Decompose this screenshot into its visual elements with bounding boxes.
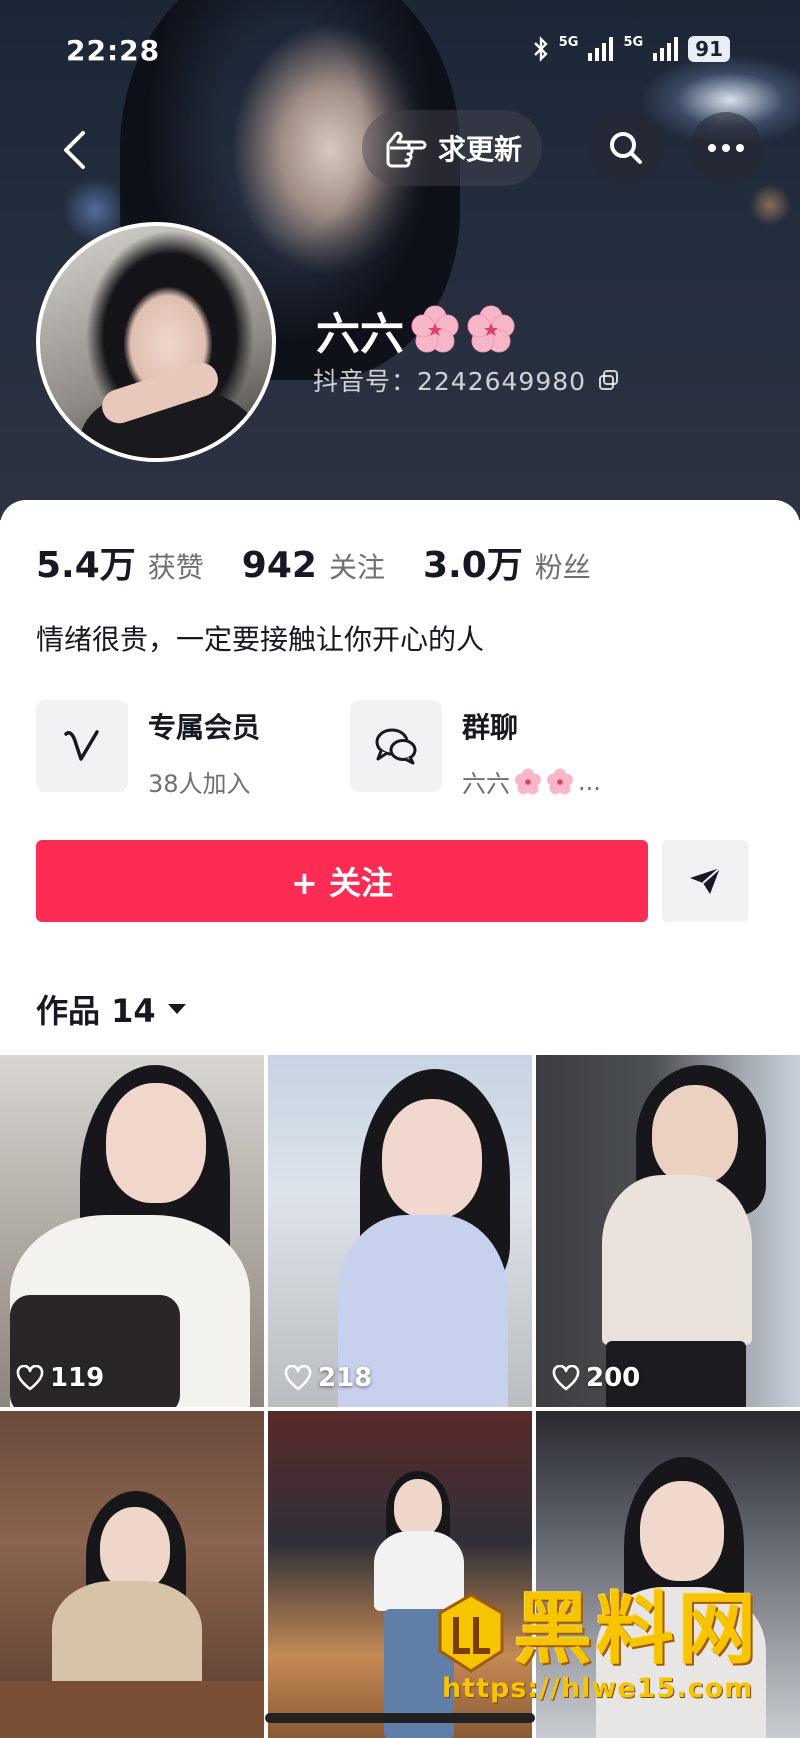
figure-face xyxy=(394,1479,442,1537)
followers-count: 3.0万 xyxy=(422,545,523,586)
copy-icon[interactable] xyxy=(598,369,620,391)
signal-icon xyxy=(588,37,614,61)
tab-works[interactable]: 作品 14 xyxy=(36,986,188,1032)
home-indicator[interactable] xyxy=(265,1713,535,1723)
profile-name-text: 六六 xyxy=(316,309,404,360)
membership-subtitle: 38人加入 xyxy=(148,770,251,798)
works-tab-label: 作品 14 xyxy=(36,992,156,1030)
cherry-blossom-icon-small xyxy=(515,768,541,794)
search-icon xyxy=(610,132,642,164)
cherry-blossom-icon-small-2 xyxy=(547,768,573,794)
group-chat-icon-box xyxy=(350,700,442,792)
profile-name: 六六 xyxy=(316,298,516,362)
post-thumbnail[interactable]: 200 xyxy=(536,1055,800,1407)
membership-title: 专属会员 xyxy=(148,711,261,744)
signal-icon-2 xyxy=(653,37,679,61)
cherry-blossom-icon-2 xyxy=(467,305,515,353)
chevron-left-icon xyxy=(64,131,85,169)
table xyxy=(0,1681,264,1738)
figure-face xyxy=(652,1085,738,1185)
following-label[interactable]: 关注 xyxy=(329,546,385,586)
likes-count: 5.4万 xyxy=(36,545,136,586)
figure-face xyxy=(100,1507,170,1591)
post-thumbnail[interactable]: 119 xyxy=(0,1055,264,1407)
figure-body xyxy=(602,1175,752,1345)
stats-row: 5.4万 获赞 942 关注 3.0万 粉丝 xyxy=(36,536,629,588)
search-button[interactable] xyxy=(590,112,662,184)
v-badge-icon xyxy=(64,730,99,761)
cherry-blossom-icon xyxy=(411,305,459,353)
post-thumbnail[interactable]: 218 xyxy=(268,1055,532,1407)
back-button[interactable] xyxy=(52,120,96,180)
caret-down-icon xyxy=(167,1004,186,1014)
group-chat-subtitle-row: 六六 ... xyxy=(462,764,601,799)
following-count: 942 xyxy=(241,545,317,586)
post-thumbnail[interactable] xyxy=(0,1411,264,1738)
request-update-button[interactable]: 求更新 xyxy=(362,110,542,186)
send-icon xyxy=(690,867,721,894)
follow-label: + 关注 xyxy=(291,864,393,902)
profile-card: 5.4万 获赞 942 关注 3.0万 粉丝 情绪很贵，一定要接触让你开心的人 … xyxy=(0,500,800,1060)
watermark-url: https://hlwe15.com xyxy=(442,1673,754,1704)
chat-bubbles-icon xyxy=(375,728,417,765)
post-likes-count: 218 xyxy=(318,1363,373,1393)
group-chat-card[interactable]: 群聊 六六 ... xyxy=(350,700,601,799)
status-bar: 22:28 5G 5G 91 xyxy=(0,0,800,100)
figure-face xyxy=(106,1083,206,1203)
membership-icon-box xyxy=(36,700,128,792)
follow-button[interactable]: + 关注 xyxy=(36,840,648,922)
group-chat-subtitle: 六六 xyxy=(462,770,510,798)
watermark: 黑料网 https://hlwe15.com xyxy=(436,1585,776,1705)
more-dots-icon xyxy=(708,144,744,152)
post-likes-count: 200 xyxy=(586,1363,641,1393)
request-update-label: 求更新 xyxy=(438,133,523,166)
post-likes-count: 119 xyxy=(50,1363,105,1393)
heart-icon xyxy=(16,1365,44,1391)
battery-level: 91 xyxy=(688,36,730,62)
more-button[interactable] xyxy=(690,112,762,184)
douyin-id-row: 抖音号：2242649980 xyxy=(313,362,620,398)
figure-face xyxy=(640,1481,724,1581)
status-icons: 5G 5G 91 xyxy=(533,36,730,62)
network-type-2: 5G xyxy=(623,34,644,50)
watermark-logo-icon xyxy=(438,1593,504,1673)
bio: 情绪很贵，一定要接触让你开心的人 xyxy=(36,623,485,656)
heart-icon xyxy=(284,1365,312,1391)
pointing-hand-icon xyxy=(386,131,427,168)
group-chat-ellipsis: ... xyxy=(578,767,601,796)
avatar[interactable] xyxy=(36,222,276,462)
group-chat-title: 群聊 xyxy=(462,711,519,744)
douyin-id: 抖音号：2242649980 xyxy=(313,367,587,396)
watermark-text: 黑料网 xyxy=(514,1585,761,1675)
followers-label[interactable]: 粉丝 xyxy=(535,546,591,586)
network-type-1: 5G xyxy=(558,34,579,50)
profile-header: 22:28 5G 5G 91 求更新 六六 抖音号：2242649980 xyxy=(0,0,800,520)
share-button[interactable] xyxy=(662,840,748,922)
membership-card[interactable]: 专属会员 38人加入 xyxy=(36,700,260,799)
figure-face xyxy=(382,1099,482,1219)
heart-icon xyxy=(552,1365,580,1391)
bluetooth-icon xyxy=(533,36,548,62)
post-likes: 218 xyxy=(284,1363,372,1393)
status-time: 22:28 xyxy=(66,34,161,67)
post-likes: 200 xyxy=(552,1363,640,1393)
likes-label[interactable]: 获赞 xyxy=(148,546,204,586)
post-likes: 119 xyxy=(16,1363,104,1393)
